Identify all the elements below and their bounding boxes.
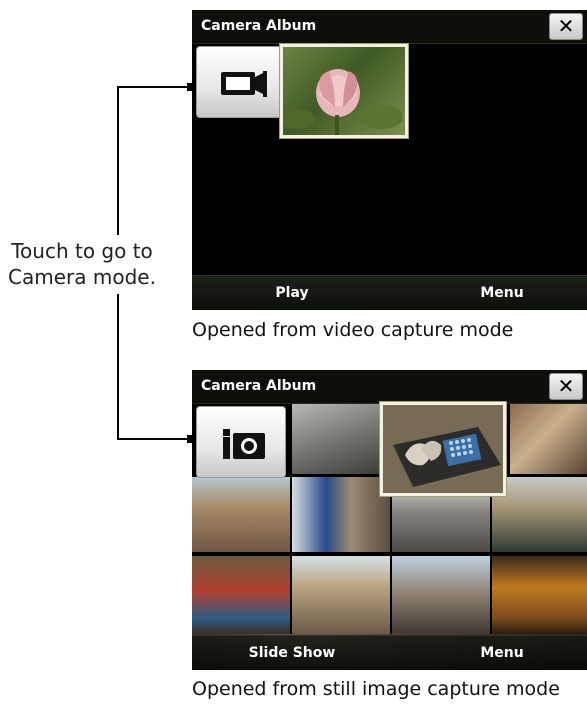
video-thumbnail[interactable]	[279, 44, 408, 138]
photo-thumbnail[interactable]	[192, 556, 290, 634]
photo-thumbnail[interactable]	[292, 404, 388, 474]
softkey-bar: Play Menu	[192, 275, 587, 310]
photo-thumbnail[interactable]	[492, 556, 587, 634]
camera-mode-button[interactable]	[196, 406, 286, 478]
connector-horizontal-upper	[117, 86, 192, 88]
photo-thumbnail[interactable]	[292, 556, 390, 634]
photo-thumbnail[interactable]	[392, 556, 490, 634]
camera-icon	[223, 429, 265, 459]
camera-mode-button[interactable]	[196, 46, 286, 118]
photo-thumbnail[interactable]	[292, 477, 390, 552]
menu-softkey[interactable]: Menu	[432, 645, 572, 661]
menu-softkey[interactable]: Menu	[432, 285, 572, 301]
photo-thumbnail[interactable]	[510, 404, 587, 474]
device-on-tray-image	[383, 405, 503, 493]
selected-photo-thumbnail[interactable]	[380, 402, 506, 496]
softkey-bar: Slide Show Menu	[192, 635, 587, 670]
play-softkey[interactable]: Play	[222, 285, 362, 301]
close-button[interactable]: ✕	[549, 13, 583, 40]
connector-vertical-upper	[117, 86, 119, 235]
video-camera-icon	[221, 71, 267, 97]
slide-show-softkey[interactable]: Slide Show	[222, 645, 362, 661]
connector-vertical-lower	[117, 294, 119, 440]
lotus-flower-image	[279, 69, 403, 135]
photo-thumbnail[interactable]	[492, 477, 587, 552]
photo-thumbnail[interactable]	[192, 477, 290, 552]
connector-horizontal-lower	[117, 438, 192, 440]
video-album-window: Camera Album ✕ Play Menu	[192, 10, 587, 310]
title-bar: Camera Album ✕	[192, 10, 587, 44]
title-bar: Camera Album ✕	[192, 370, 587, 404]
window-title: Camera Album	[201, 18, 317, 34]
close-button[interactable]: ✕	[549, 373, 583, 400]
window-title: Camera Album	[201, 378, 317, 394]
still-album-window: Camera Album ✕ Slide Show Menu	[192, 370, 587, 670]
still-caption: Opened from still image capture mode	[192, 678, 560, 700]
callout-text: Touch to go to Camera mode.	[8, 239, 156, 289]
video-caption: Opened from video capture mode	[192, 319, 514, 341]
